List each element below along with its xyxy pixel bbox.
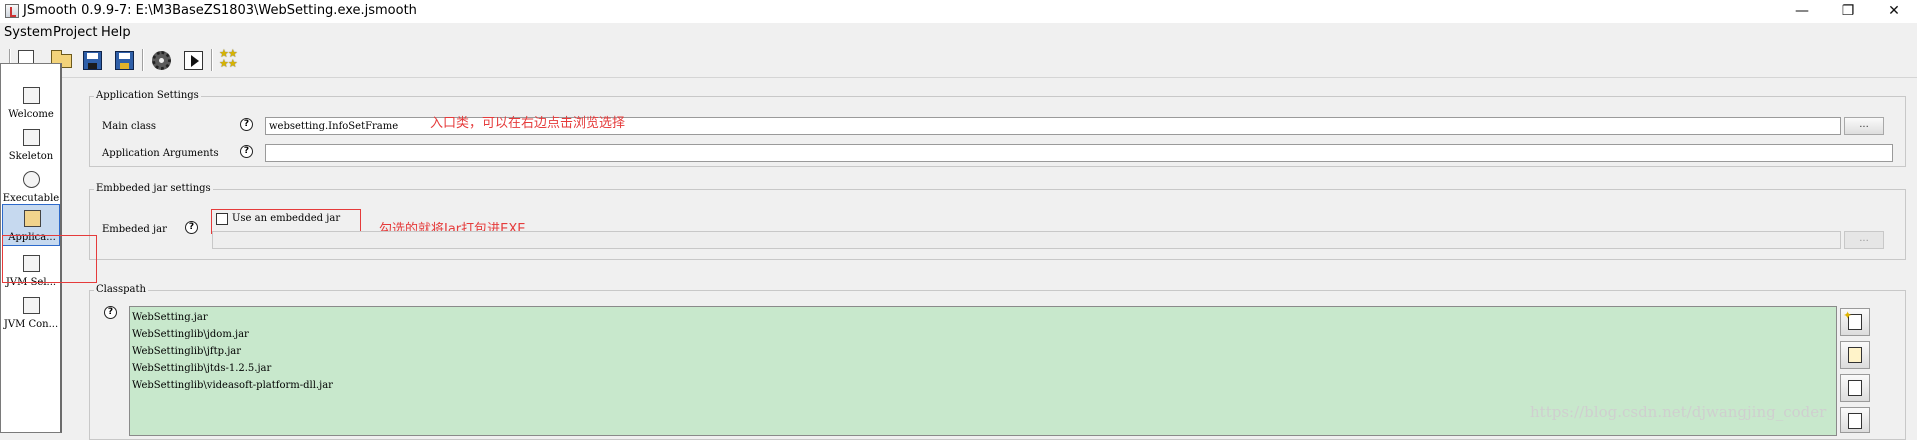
skeleton-icon [23,129,40,146]
watermark: https://blog.csdn.net/djwangjing_coder [1530,403,1827,421]
compile-button[interactable] [148,47,174,73]
embedded-jar-label: Embeded jar [102,224,167,235]
nav-jvm-configuration[interactable]: JVM Con... [2,292,60,334]
run-exe-button[interactable] [180,47,206,73]
menu-bar: System Project Help [0,23,1917,43]
classpath-item[interactable]: WebSettinglib\jdom.jar [132,329,249,340]
add-folder-icon [1848,347,1862,363]
nav-executable[interactable]: Executable [2,166,60,208]
run-icon [184,51,203,70]
jvm-config-icon [23,297,40,314]
save-icon [83,51,102,70]
classpath-item[interactable]: WebSettinglib\jftp.jar [132,346,241,357]
welcome-icon [23,87,40,104]
edit-pencil-icon [1848,380,1862,396]
application-icon [24,210,41,227]
embedded-jar-help-icon[interactable]: ? [185,221,198,234]
arguments-help-icon[interactable]: ? [240,145,253,158]
main-class-annotation: 入口类，可以在右边点击浏览选择 [430,116,626,131]
menu-help[interactable]: Help [101,25,131,40]
embedded-jar-path-field [212,231,1841,249]
main-class-label: Main class [102,121,157,132]
application-nav-highlight-box [2,235,97,283]
classpath-title: Classpath [94,284,148,295]
add-directory-button[interactable] [1840,341,1870,369]
embedded-jar-browse-button: ... [1844,231,1884,249]
maximize-button[interactable]: ❐ [1825,0,1871,23]
about-stars-icon: ★★ ★★ [219,47,238,70]
remove-icon [1848,413,1862,429]
window-title: JSmooth 0.9.9-7: E:\M3BaseZS1803\WebSett… [23,3,417,18]
application-settings-title: Application Settings [94,90,201,101]
save-as-icon [115,51,134,70]
classpath-item[interactable]: WebSettinglib\videasoft-platform-dll.jar [132,380,333,391]
remove-classpath-button[interactable] [1840,407,1870,433]
main-class-browse-button[interactable]: ... [1844,117,1884,135]
edit-classpath-button[interactable] [1840,374,1870,402]
executable-gear-icon [23,171,40,188]
nav-executable-label: Executable [2,193,60,204]
save-as-button[interactable] [111,47,137,73]
close-button[interactable]: ✕ [1871,0,1917,23]
toolbar-separator [142,49,144,71]
embedded-jar-title: Embbeded jar settings [94,183,213,194]
menu-project[interactable]: Project [53,25,97,40]
title-bar: JSmooth 0.9.9-7: E:\M3BaseZS1803\WebSett… [0,0,1917,23]
about-button[interactable]: ★★ ★★ [217,47,243,73]
add-classpath-button[interactable]: ✦ [1840,308,1870,336]
minimize-button[interactable]: — [1779,0,1825,23]
main-class-help-icon[interactable]: ? [240,118,253,131]
classpath-help-icon[interactable]: ? [104,306,117,319]
nav-welcome[interactable]: Welcome [2,82,60,124]
application-arguments-field[interactable] [265,144,1893,162]
menu-system[interactable]: System [4,25,52,40]
nav-welcome-label: Welcome [8,109,54,120]
jsmooth-app-icon [5,4,19,18]
nav-skeleton-label: Skeleton [8,151,54,162]
classpath-item[interactable]: WebSetting.jar [132,312,208,323]
classpath-item[interactable]: WebSettinglib\jtds-1.2.5.jar [132,363,271,374]
application-arguments-label: Application Arguments [102,148,219,159]
toolbar-separator [211,49,213,71]
save-project-button[interactable] [79,47,105,73]
compile-gear-icon [152,51,171,70]
toolbar: ★★ ★★ [0,43,1917,78]
nav-skeleton[interactable]: Skeleton [2,124,60,166]
embedded-jar-group: Embbeded jar settings [89,183,1906,260]
add-star-icon: ✦ [1843,309,1853,322]
nav-jvm-configuration-label: JVM Con... [3,319,59,330]
